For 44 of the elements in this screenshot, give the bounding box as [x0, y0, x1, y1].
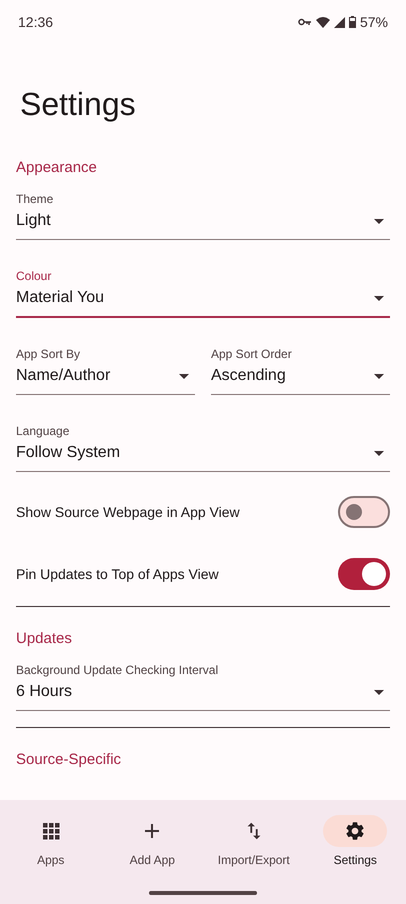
- battery-percent: 57%: [360, 12, 388, 32]
- section-heading: Updates: [16, 629, 73, 649]
- field-value: Name/Author: [16, 366, 110, 386]
- settings-icon: [344, 820, 366, 842]
- field-label: Background Update Checking Interval: [16, 662, 220, 678]
- dropdown-caret-icon: [374, 690, 384, 694]
- field-label: Theme: [16, 191, 54, 207]
- field-value: 6 Hours: [16, 682, 72, 702]
- field-value: Light: [16, 211, 51, 231]
- field-label: App Sort Order: [211, 346, 293, 362]
- dropdown-field[interactable]: Language Follow System: [16, 423, 390, 472]
- dropdown-field[interactable]: App Sort By Name/Author: [16, 346, 195, 395]
- dropdown-caret-icon: [374, 218, 384, 224]
- dropdown-field[interactable]: App Sort Order Ascending: [211, 346, 390, 395]
- dropdown-caret-icon: [374, 450, 384, 456]
- nav-tab[interactable]: Settings: [304, 815, 406, 869]
- grid-icon: [42, 822, 60, 840]
- dropdown-caret-icon: [374, 374, 384, 378]
- field-value: Follow System: [16, 443, 120, 463]
- switch-label: Pin Updates to Top of Apps View: [16, 564, 219, 584]
- section-heading: Appearance: [16, 158, 98, 178]
- dropdown-field[interactable]: Background Update Checking Interval 6 Hours: [16, 662, 390, 711]
- switch-label: Show Source Webpage in App View: [16, 502, 240, 522]
- toggle-switch[interactable]: [338, 496, 390, 528]
- signal-icon: [334, 16, 345, 28]
- page-title: Settings: [19, 85, 137, 124]
- dropdown-caret-icon: [374, 296, 384, 300]
- section-heading: Source-Specific: [16, 750, 122, 770]
- field-label: App Sort By: [16, 346, 82, 362]
- key-icon: [298, 18, 312, 26]
- field-label: Colour: [16, 268, 52, 284]
- toggle-switch[interactable]: [338, 558, 390, 590]
- dropdown-caret-icon: [179, 374, 189, 378]
- field-value: Ascending: [211, 366, 286, 386]
- field-value: Material You: [16, 288, 104, 308]
- battery-icon: [348, 16, 356, 28]
- field-label: Language: [16, 423, 70, 439]
- nav-tab[interactable]: Import/Export: [203, 815, 304, 869]
- wifi-icon: [316, 16, 330, 28]
- nav-tab[interactable]: Apps: [0, 815, 102, 869]
- dropdown-field[interactable]: Theme Light: [16, 191, 390, 240]
- nav-tab[interactable]: Add App: [102, 815, 203, 869]
- status-time: 12:36: [18, 12, 54, 32]
- dropdown-field[interactable]: Colour Material You: [16, 268, 390, 318]
